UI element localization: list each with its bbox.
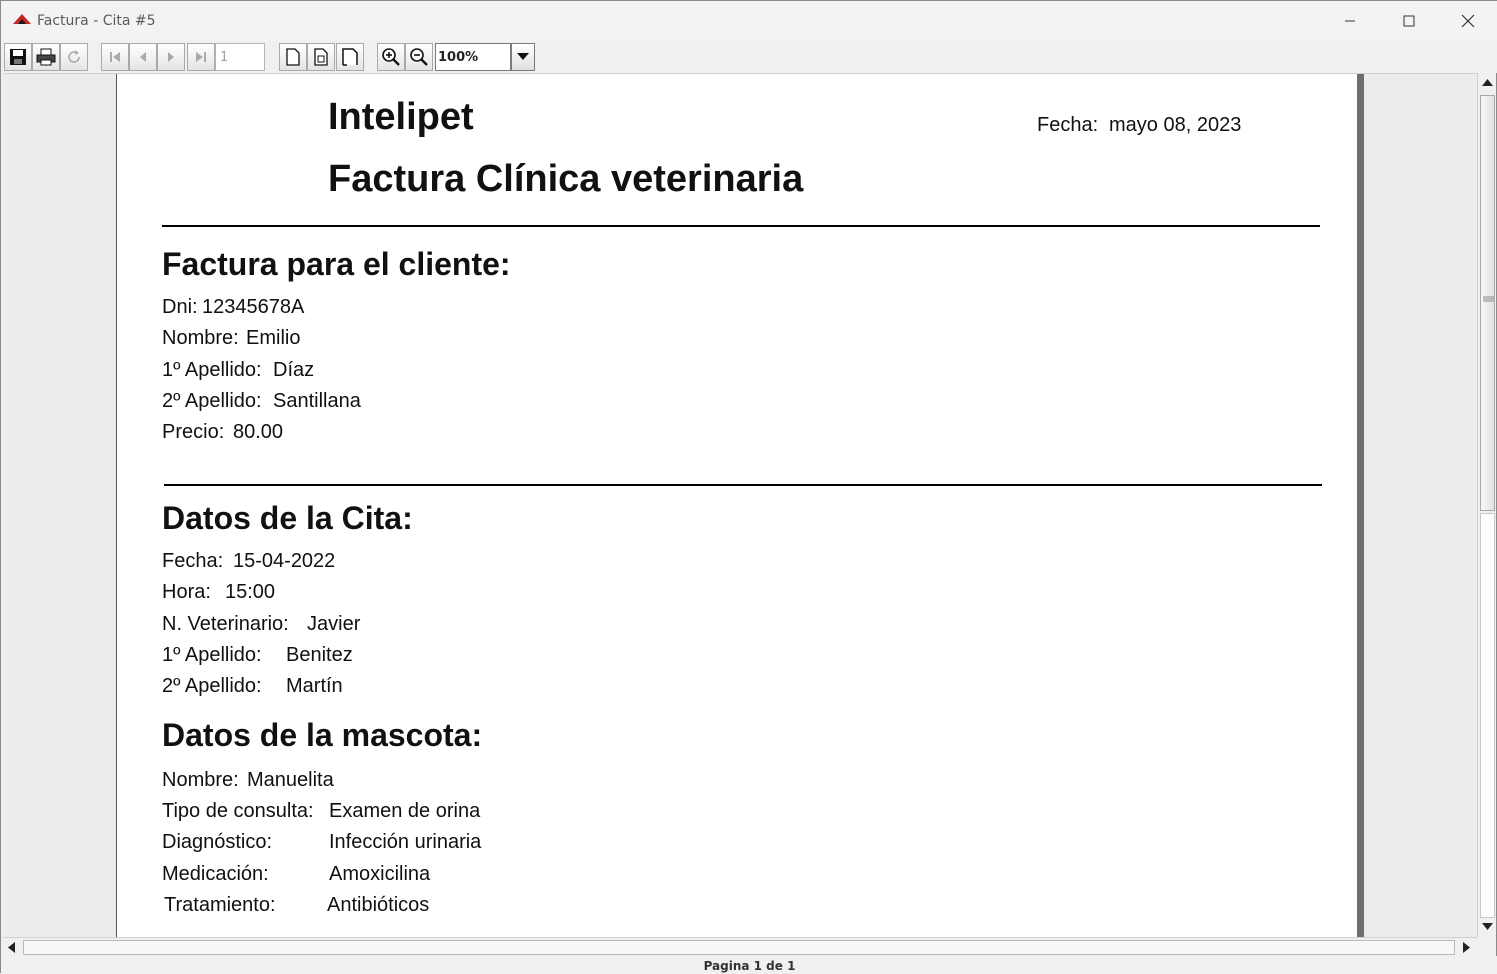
appointment-date-value: 15-04-2022 xyxy=(233,550,336,572)
divider-middle xyxy=(164,484,1322,486)
client-surname2-value: Santillana xyxy=(273,390,361,412)
price-label: Precio: xyxy=(162,421,225,443)
close-button[interactable] xyxy=(1439,1,1497,41)
last-page-icon xyxy=(196,52,206,62)
zoom-combo-input[interactable]: 100% xyxy=(435,43,511,71)
next-page-button[interactable] xyxy=(157,43,185,71)
vet-name-label: N. Veterinario: xyxy=(162,613,289,635)
client-section-heading: Factura para el cliente: xyxy=(162,246,511,282)
previous-page-button[interactable] xyxy=(129,43,157,71)
client-surname1-label: 1º Apellido: xyxy=(162,359,262,381)
scroll-right-icon[interactable] xyxy=(1463,942,1470,953)
medication-label: Medicación: xyxy=(162,863,269,885)
pet-name-label: Nombre: xyxy=(162,769,239,791)
fit-width-icon xyxy=(342,48,358,66)
client-surname1-value: Díaz xyxy=(273,359,315,381)
scroll-left-icon[interactable] xyxy=(8,942,15,953)
actual-size-button[interactable] xyxy=(279,43,307,71)
close-icon xyxy=(1461,14,1475,28)
viewer-toolbar: 1 100% xyxy=(1,41,1497,73)
consult-type-label: Tipo de consulta: xyxy=(162,800,314,822)
client-dni-value: 12345678A xyxy=(202,296,305,318)
chevron-down-icon xyxy=(517,53,529,60)
divider-top xyxy=(162,225,1320,227)
zoom-in-button[interactable] xyxy=(377,43,405,71)
maximize-button[interactable] xyxy=(1380,1,1438,41)
vet-surname1-value: Benitez xyxy=(286,644,353,666)
appointment-section-heading: Datos de la Cita: xyxy=(162,500,413,536)
report-title: Factura Clínica veterinaria xyxy=(328,158,804,200)
print-button[interactable] xyxy=(32,43,60,71)
fit-page-button[interactable] xyxy=(307,43,335,71)
appointment-time-value: 15:00 xyxy=(225,581,276,603)
vertical-scroll-thumb[interactable] xyxy=(1480,95,1495,511)
grip-icon xyxy=(1483,296,1494,302)
actual-size-icon xyxy=(286,48,300,66)
page-shadow xyxy=(1357,74,1364,937)
vet-surname1-label: 1º Apellido: xyxy=(162,644,262,666)
minimize-button[interactable] xyxy=(1321,1,1379,41)
page-number-input[interactable]: 1 xyxy=(215,43,265,71)
previous-page-icon xyxy=(140,52,146,62)
horizontal-scrollbar[interactable] xyxy=(3,937,1477,956)
zoom-dropdown-button[interactable] xyxy=(511,43,535,71)
zoom-out-icon xyxy=(410,48,428,66)
reload-button[interactable] xyxy=(60,43,88,71)
client-surname2-label: 2º Apellido: xyxy=(162,390,262,412)
title-bar: Factura - Cita #5 xyxy=(1,1,1497,41)
scroll-up-icon[interactable] xyxy=(1482,79,1493,86)
print-icon xyxy=(36,48,56,66)
scroll-down-icon[interactable] xyxy=(1482,923,1493,930)
treatment-label: Tratamiento: xyxy=(164,894,276,916)
client-name-label: Nombre: xyxy=(162,327,239,349)
client-dni-label: Dni: xyxy=(162,296,198,318)
app-logo-icon xyxy=(13,14,31,24)
first-page-icon xyxy=(110,52,120,62)
report-date-label: Fecha: xyxy=(1037,114,1099,136)
save-icon xyxy=(10,49,26,65)
clinic-brand: Intelipet xyxy=(328,96,474,138)
minimize-icon xyxy=(1345,20,1355,22)
zoom-out-button[interactable] xyxy=(405,43,433,71)
client-name-value: Emilio xyxy=(246,327,301,349)
diagnosis-label: Diagnóstico: xyxy=(162,831,273,853)
save-button[interactable] xyxy=(4,43,32,71)
report-date-value: mayo 08, 2023 xyxy=(1109,114,1242,136)
next-page-icon xyxy=(168,52,174,62)
vertical-scrollbar[interactable] xyxy=(1477,73,1496,937)
page-count-status: Pagina 1 de 1 xyxy=(703,959,796,973)
diagnosis-value: Infección urinaria xyxy=(329,831,482,853)
status-bar: Pagina 1 de 1 xyxy=(1,956,1497,974)
fit-width-button[interactable] xyxy=(336,43,364,71)
vet-name-value: Javier xyxy=(307,613,361,635)
window-title: Factura - Cita #5 xyxy=(37,13,156,29)
vet-surname2-value: Martín xyxy=(286,675,343,697)
medication-value: Amoxicilina xyxy=(329,863,431,885)
report-viewer-window: Factura - Cita #5 1 100% Intelipet Factu… xyxy=(0,0,1497,974)
appointment-time-label: Hora: xyxy=(162,581,211,603)
pet-name-value: Manuelita xyxy=(247,769,334,791)
appointment-date-label: Fecha: xyxy=(162,550,224,572)
zoom-in-icon xyxy=(382,48,400,66)
treatment-value: Antibióticos xyxy=(327,894,430,916)
maximize-icon xyxy=(1403,15,1415,27)
horizontal-scroll-track[interactable] xyxy=(23,940,1455,955)
vertical-scroll-track[interactable] xyxy=(1480,513,1495,918)
vet-surname2-label: 2º Apellido: xyxy=(162,675,262,697)
report-canvas[interactable]: Intelipet Factura Clínica veterinaria Fe… xyxy=(3,73,1477,937)
first-page-button[interactable] xyxy=(101,43,129,71)
price-value: 80.00 xyxy=(233,421,284,443)
fit-page-icon xyxy=(314,48,328,66)
consult-type-value: Examen de orina xyxy=(329,800,481,822)
last-page-button[interactable] xyxy=(187,43,215,71)
report-page: Intelipet Factura Clínica veterinaria Fe… xyxy=(116,74,1357,937)
pet-section-heading: Datos de la mascota: xyxy=(162,717,483,753)
reload-icon xyxy=(68,50,80,63)
